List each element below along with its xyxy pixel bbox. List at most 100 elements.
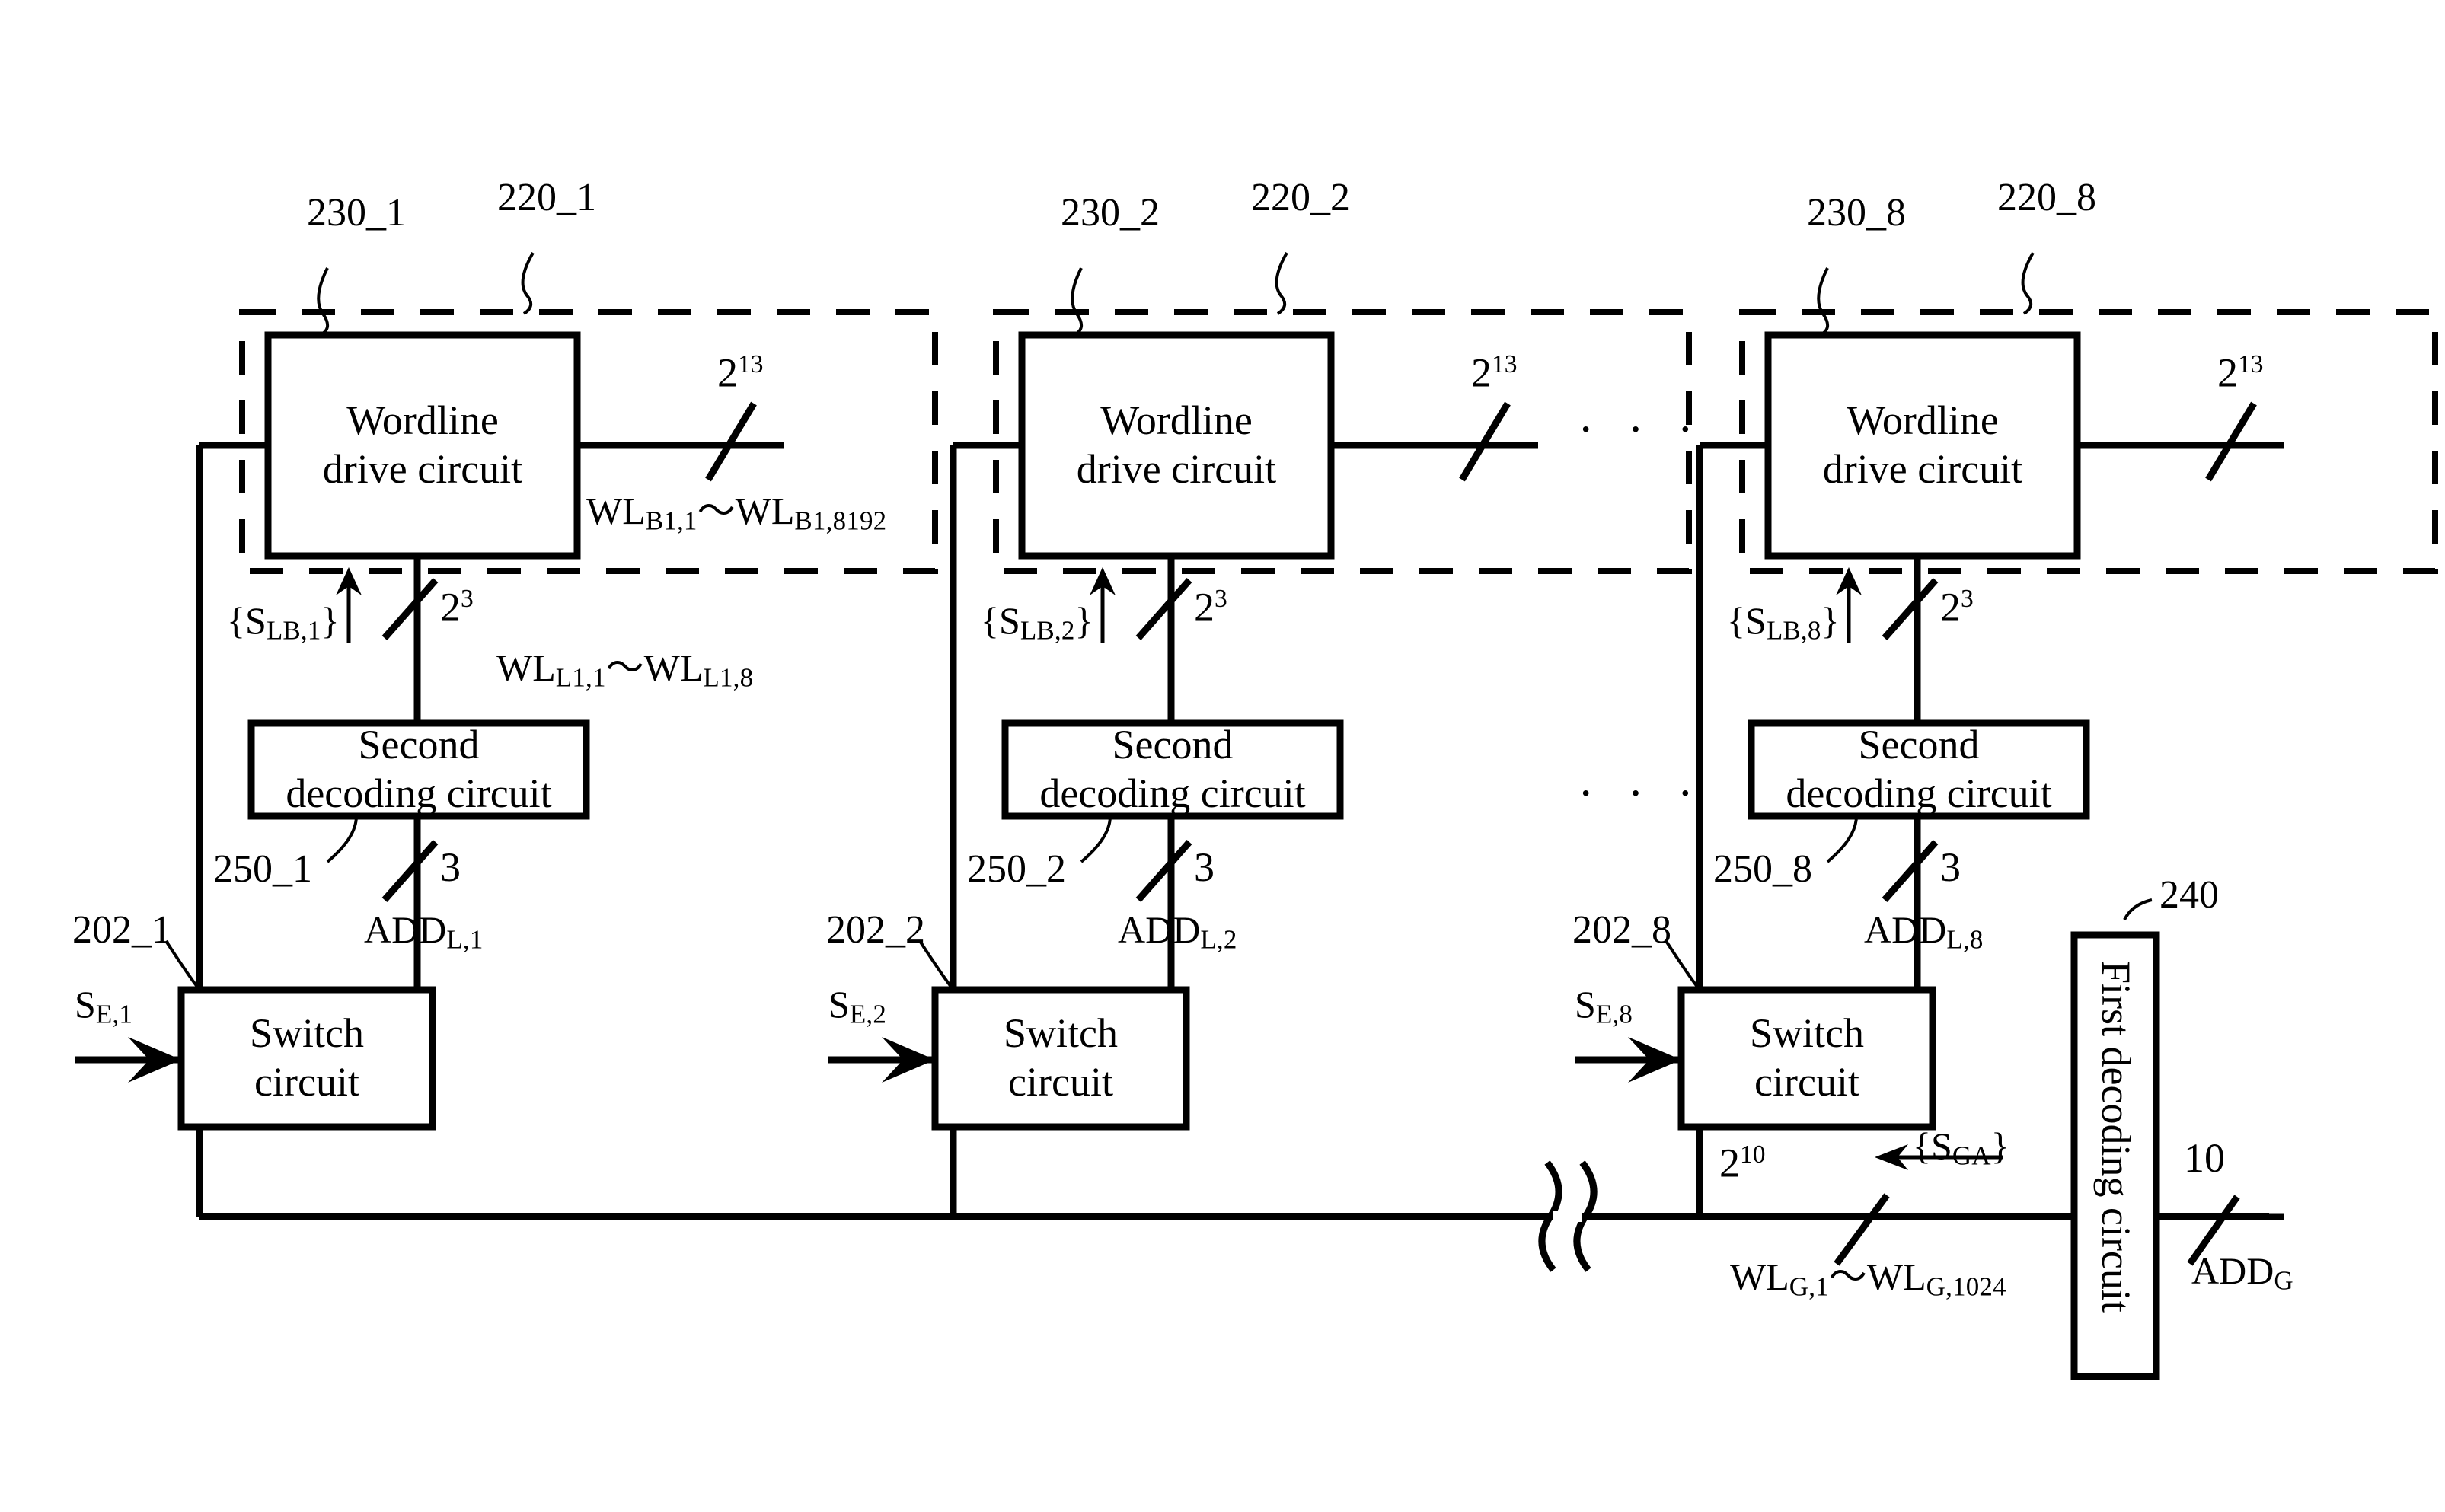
mid-width-2: 23 <box>1194 586 1227 628</box>
ref-250-1: 250_1 <box>213 847 312 891</box>
wl-out-width-1: 213 <box>717 352 763 394</box>
wl-out-base-8: 2 <box>2217 349 2238 396</box>
bus-width-label: 210 <box>1719 1142 1765 1184</box>
mid-width-1: 23 <box>440 586 474 628</box>
ref-250-8: 250_8 <box>1713 847 1812 891</box>
wl-out-base-1: 2 <box>717 349 738 396</box>
mid-exp-8: 3 <box>1961 585 1974 613</box>
ref-230-8: 230_8 <box>1807 191 1906 234</box>
second-decoding-line2-2: decoding circuit <box>1039 770 1306 816</box>
switch-line2-1: circuit <box>254 1059 359 1105</box>
slb-signal-8: {SLB,8} <box>1727 599 1840 646</box>
second-decoding-line1-8: Second <box>1858 722 1980 768</box>
second-decoding-label-2: Second decoding circuit <box>1005 722 1340 816</box>
mid-base-2: 2 <box>1194 584 1215 630</box>
ref-220-8: 220_8 <box>1997 176 2096 219</box>
switch-circuit-label-2: Switch circuit <box>935 990 1186 1127</box>
wordline-drive-line1: Wordline <box>346 397 499 444</box>
wl-out-width-8: 213 <box>2217 352 2263 394</box>
ref-220-1: 220_1 <box>497 176 596 219</box>
addr-name-8: ADDL,8 <box>1864 908 1984 955</box>
bus-base: 2 <box>1719 1140 1740 1186</box>
ref-230-1: 230_1 <box>307 191 406 234</box>
second-decoding-label-1: Second decoding circuit <box>251 722 586 816</box>
wl-out-slash-1 <box>705 401 757 482</box>
leader-230-8 <box>1817 267 1829 337</box>
wl-out-slash-8 <box>2205 401 2257 482</box>
switch-line1-8: Switch <box>1749 1010 1864 1057</box>
global-bus-name: WLG,1～WLG,1024 <box>1730 1255 2006 1302</box>
slb-signal-1: {SLB,1} <box>227 599 340 646</box>
enable-signal-1: SE,1 <box>75 983 133 1029</box>
switch-line2-8: circuit <box>1754 1059 1859 1105</box>
leader-220-1 <box>521 251 535 315</box>
ref-240: 240 <box>2159 873 2219 917</box>
wordline-drive-line2-8: drive circuit <box>1822 446 2023 492</box>
mid-width-8: 23 <box>1940 586 1974 628</box>
patent-figure: 230_1 220_1 Wordline drive circuit 213 W… <box>0 0 2445 1512</box>
addr-slash-8 <box>1882 840 1939 902</box>
ref-202-8: 202_8 <box>1572 908 1671 952</box>
sga-signal: {SGA} <box>1913 1124 2009 1171</box>
addr-g-width: 10 <box>2184 1135 2225 1181</box>
switch-line1-2: Switch <box>1003 1010 1118 1057</box>
bus-slash <box>1834 1193 1890 1266</box>
enable-signal-8: SE,8 <box>1575 983 1633 1029</box>
ellipsis-middle: · · · <box>1578 766 1704 820</box>
second-decoding-line1-1: Second <box>358 722 480 768</box>
second-decoding-line2-1: decoding circuit <box>286 770 552 816</box>
mid-out-name-1: WLL1,1～WLL1,8 <box>496 646 754 693</box>
wl-out-exp-8: 13 <box>2238 350 2264 378</box>
wordline-drive-line2-2: drive circuit <box>1076 446 1277 492</box>
enable-signal-2: SE,2 <box>828 983 887 1029</box>
leader-250-1 <box>326 815 358 863</box>
mid-slash-1 <box>381 578 439 640</box>
switch-circuit-label-1: Switch circuit <box>181 990 433 1127</box>
slb-signal-2: {SLB,2} <box>981 599 1093 646</box>
leader-220-2 <box>1275 251 1288 315</box>
second-decoding-line2-8: decoding circuit <box>1786 770 2052 816</box>
mid-slash-2 <box>1135 578 1192 640</box>
second-decoding-label-8: Second decoding circuit <box>1751 722 2086 816</box>
wordline-drive-label-8: Wordline drive circuit <box>1768 335 2077 556</box>
wl-out-width-2: 213 <box>1471 352 1517 394</box>
ref-250-2: 250_2 <box>967 847 1066 891</box>
ref-202-1: 202_1 <box>72 908 171 952</box>
first-decoding-label: First decoding circuit <box>2093 961 2139 1313</box>
switch-line2-2: circuit <box>1008 1059 1113 1105</box>
wordline-drive-line1-2: Wordline <box>1100 397 1253 444</box>
wl-out-slash-2 <box>1459 401 1511 482</box>
wl-out-base-2: 2 <box>1471 349 1492 396</box>
addr-slash-2 <box>1135 840 1192 902</box>
addr-width-8: 3 <box>1940 844 1961 890</box>
mid-exp-1: 3 <box>461 585 474 613</box>
addr-width-2: 3 <box>1194 844 1215 890</box>
addr-name-1: ADDL,1 <box>364 908 484 955</box>
addr-g-name: ADDG <box>2191 1249 2293 1296</box>
mid-base-8: 2 <box>1940 584 1961 630</box>
wordline-drive-line1-8: Wordline <box>1847 397 1999 444</box>
ellipsis-top: · · · <box>1578 402 1704 456</box>
ref-220-2: 220_2 <box>1251 176 1350 219</box>
wordline-drive-line2: drive circuit <box>322 446 523 492</box>
leader-230-1 <box>317 267 329 337</box>
leader-220-8 <box>2021 251 2035 315</box>
mid-base-1: 2 <box>440 584 461 630</box>
addr-width-1: 3 <box>440 844 461 890</box>
wl-out-name-1: WLB1,1～WLB1,8192 <box>586 490 887 536</box>
wl-out-exp-2: 13 <box>1492 350 1518 378</box>
second-decoding-line1-2: Second <box>1112 722 1234 768</box>
leader-250-8 <box>1826 815 1858 863</box>
bus-exp: 10 <box>1740 1140 1766 1169</box>
wordline-drive-label-2: Wordline drive circuit <box>1022 335 1331 556</box>
mid-slash-8 <box>1882 578 1939 640</box>
addr-name-2: ADDL,2 <box>1118 908 1237 955</box>
wordline-drive-label-1: Wordline drive circuit <box>268 335 577 556</box>
addr-slash-1 <box>381 840 439 902</box>
mid-exp-2: 3 <box>1215 585 1227 613</box>
switch-line1-1: Switch <box>249 1010 364 1057</box>
wl-out-exp-1: 13 <box>738 350 764 378</box>
leader-230-2 <box>1071 267 1083 337</box>
ref-202-2: 202_2 <box>826 908 925 952</box>
ref-230-2: 230_2 <box>1061 191 1160 234</box>
